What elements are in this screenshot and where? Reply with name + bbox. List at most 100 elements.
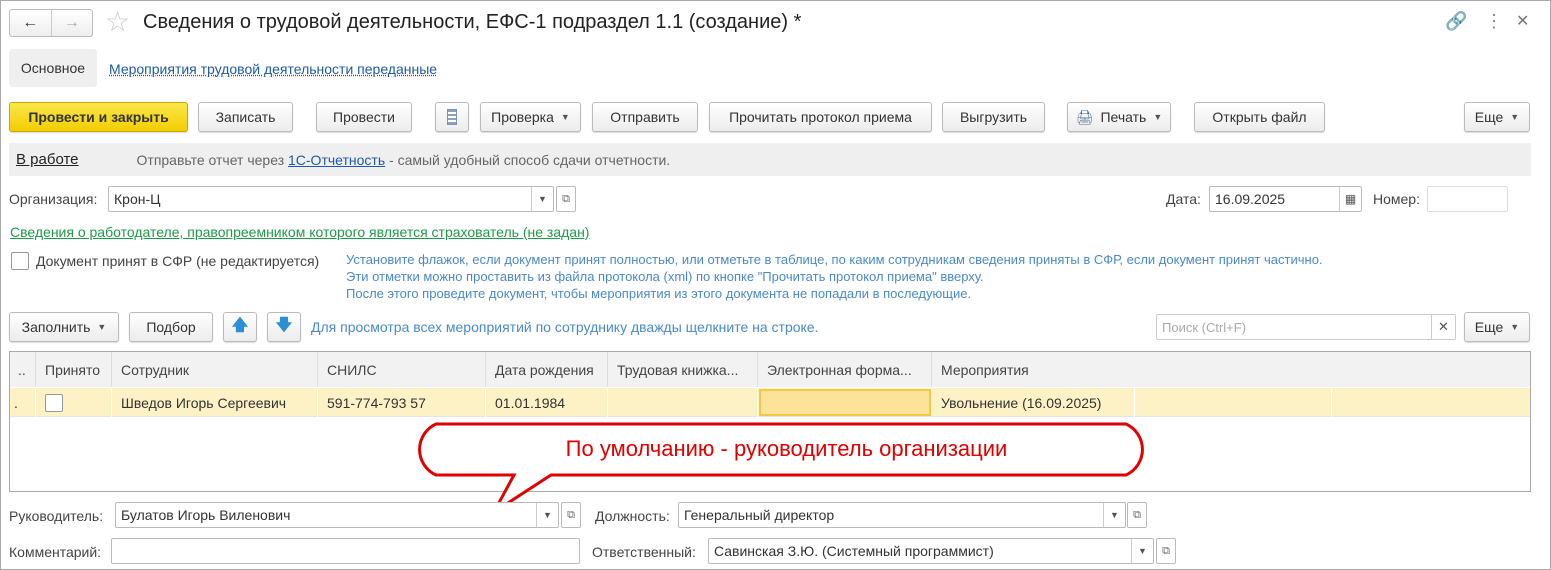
arrow-up-icon: 🡅	[231, 316, 249, 334]
callout-text: По умолчанию - руководитель организации	[565, 436, 1008, 461]
search-input[interactable]: Поиск (Ctrl+F) ✕	[1156, 314, 1456, 340]
check-label: Проверка	[491, 109, 554, 125]
chevron-down-icon: ▼	[1510, 322, 1520, 332]
move-up-button[interactable]: 🡅	[223, 312, 257, 342]
list-button[interactable]	[435, 102, 469, 132]
accepted-checkbox[interactable]	[11, 252, 29, 270]
table-hint: Для просмотра всех мероприятий по сотруд…	[311, 319, 819, 335]
col-marker[interactable]: ..	[10, 352, 36, 387]
status-text: Отправьте отчет через 1С-Отчетность - са…	[137, 152, 671, 168]
employer-link[interactable]: Сведения о работодателе, правопреемником…	[10, 224, 589, 240]
accepted-label: Документ принят в СФР (не редактируется)	[36, 253, 320, 269]
row-book	[608, 388, 758, 417]
window-title: Сведения о трудовой деятельности, ЕФС-1 …	[143, 11, 802, 33]
close-icon[interactable]: ✕	[1516, 11, 1529, 31]
table-header: .. Принято Сотрудник СНИЛС Дата рождения…	[10, 352, 1530, 387]
date-field[interactable]: 16.09.2025 ▦	[1209, 186, 1362, 212]
forward-arrow-icon[interactable]: →	[52, 10, 93, 36]
col-book[interactable]: Трудовая книжка...	[608, 352, 758, 387]
nav-buttons: ← →	[9, 9, 93, 37]
calendar-icon[interactable]: ▦	[1339, 187, 1361, 211]
send-button[interactable]: Отправить	[592, 102, 698, 132]
tab-events-sent[interactable]: Мероприятия трудовой деятельности переда…	[109, 61, 437, 77]
comment-field[interactable]	[111, 538, 580, 564]
org-field[interactable]: Крон-Ц ▼	[108, 186, 554, 212]
responsible-field[interactable]: Савинская З.Ю. (Системный программист) ▼	[708, 538, 1154, 564]
position-field[interactable]: Генеральный директор ▼	[678, 502, 1126, 528]
back-arrow-icon[interactable]: ←	[10, 10, 52, 36]
open-icon[interactable]: ⧉	[556, 186, 576, 212]
favorite-star-icon[interactable]: ☆	[105, 5, 130, 38]
position-label: Должность:	[595, 508, 670, 524]
responsible-label: Ответственный:	[592, 544, 696, 560]
chevron-down-icon: ▼	[1510, 112, 1520, 122]
status-state-link[interactable]: В работе	[16, 151, 79, 168]
fill-button[interactable]: Заполнить ▼	[9, 312, 119, 342]
export-button[interactable]: Выгрузить	[942, 102, 1045, 132]
row-employee: Шведов Игорь Сергеевич	[112, 388, 318, 417]
row-marker: .	[10, 388, 36, 417]
arrow-down-icon: 🡇	[275, 316, 293, 334]
clear-icon[interactable]: ✕	[1431, 315, 1455, 339]
search-placeholder: Поиск (Ctrl+F)	[1162, 319, 1247, 335]
more-button[interactable]: Еще ▼	[1464, 102, 1530, 132]
list-icon	[447, 109, 457, 125]
table-more-label: Еще	[1474, 319, 1504, 335]
date-value: 16.09.2025	[1215, 191, 1286, 207]
open-icon[interactable]: ⧉	[1127, 502, 1147, 528]
number-field[interactable]	[1427, 186, 1508, 212]
row-extra-1	[1135, 388, 1332, 417]
hint-line-1: Установите флажок, если документ принят …	[346, 252, 1323, 267]
row-events: Увольнение (16.09.2025)	[932, 388, 1135, 417]
tab-main[interactable]: Основное	[9, 49, 97, 87]
printer-icon: 🖨	[1075, 108, 1094, 125]
check-button[interactable]: Проверка ▼	[480, 102, 581, 132]
col-accepted[interactable]: Принято	[36, 352, 112, 387]
open-icon[interactable]: ⧉	[561, 502, 581, 528]
print-button[interactable]: 🖨 Печать ▼	[1067, 102, 1171, 132]
open-icon[interactable]: ⧉	[1156, 538, 1176, 564]
number-label: Номер:	[1373, 191, 1420, 207]
col-eform[interactable]: Электронная форма...	[758, 352, 932, 387]
col-snils[interactable]: СНИЛС	[318, 352, 486, 387]
chevron-down-icon[interactable]: ▼	[531, 187, 553, 211]
row-eform[interactable]	[759, 389, 931, 416]
hint-line-3: После этого проведите документ, чтобы ме…	[346, 286, 972, 301]
row-accepted	[36, 388, 112, 417]
status-bar: В работе Отправьте отчет через 1С-Отчетн…	[9, 143, 1531, 176]
row-accepted-checkbox[interactable]	[45, 393, 63, 412]
col-birth[interactable]: Дата рождения	[486, 352, 608, 387]
link-icon[interactable]: 🔗	[1445, 11, 1467, 32]
col-employee[interactable]: Сотрудник	[112, 352, 318, 387]
comment-label: Комментарий:	[9, 544, 102, 560]
read-protocol-button[interactable]: Прочитать протокол приема	[709, 102, 932, 132]
select-button[interactable]: Подбор	[129, 312, 213, 342]
table-row[interactable]: . Шведов Игорь Сергеевич 591-774-793 57 …	[10, 388, 1530, 417]
move-down-button[interactable]: 🡇	[267, 312, 301, 342]
chevron-down-icon[interactable]: ▼	[536, 503, 558, 527]
row-birth: 01.01.1984	[486, 388, 608, 417]
post-and-close-button[interactable]: Провести и закрыть	[9, 102, 188, 132]
responsible-value: Савинская З.Ю. (Системный программист)	[714, 543, 994, 559]
hint-line-2: Эти отметки можно проставить из файла пр…	[346, 269, 984, 284]
open-file-button[interactable]: Открыть файл	[1194, 102, 1325, 132]
row-snils: 591-774-793 57	[318, 388, 486, 417]
chevron-down-icon: ▼	[560, 112, 570, 122]
chevron-down-icon: ▼	[97, 322, 107, 332]
chevron-down-icon: ▼	[1153, 112, 1163, 122]
date-label: Дата:	[1166, 191, 1201, 207]
post-button[interactable]: Провести	[316, 102, 412, 132]
fill-label: Заполнить	[21, 319, 91, 335]
head-field[interactable]: Булатов Игорь Виленович ▼	[115, 502, 559, 528]
status-text-before: Отправьте отчет через	[136, 151, 288, 168]
reporting-link[interactable]: 1С-Отчетность	[288, 152, 385, 168]
chevron-down-icon[interactable]: ▼	[1103, 503, 1125, 527]
more-vertical-icon[interactable]: ⋮	[1485, 11, 1503, 32]
org-value: Крон-Ц	[114, 191, 161, 207]
col-events[interactable]: Мероприятия	[932, 352, 1530, 387]
table-more-button[interactable]: Еще ▼	[1464, 312, 1530, 342]
head-value: Булатов Игорь Виленович	[121, 507, 291, 523]
save-button[interactable]: Записать	[198, 102, 293, 132]
chevron-down-icon[interactable]: ▼	[1131, 539, 1153, 563]
print-label: Печать	[1100, 109, 1147, 125]
